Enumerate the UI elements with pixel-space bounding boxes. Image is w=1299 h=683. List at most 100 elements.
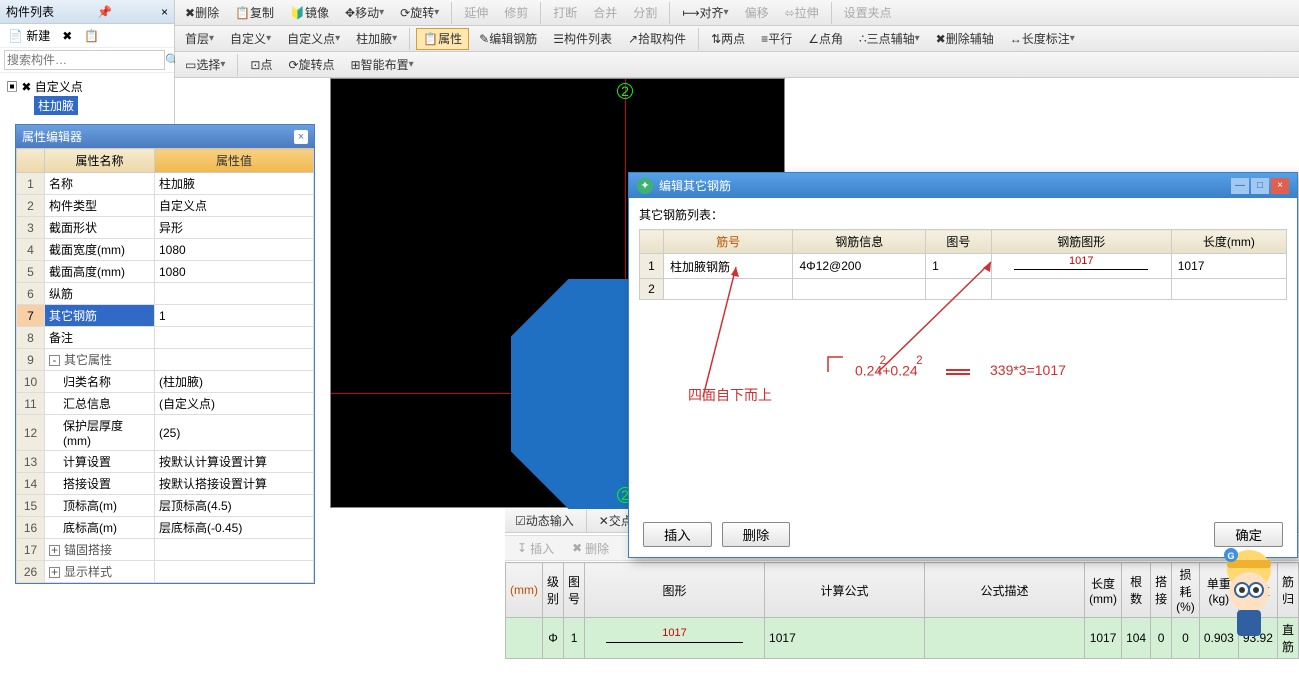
col-calc: 计算公式 [765,563,925,618]
parallel-button[interactable]: ≡ 平行 [755,28,798,50]
prop-row[interactable]: 5截面高度(mm)1080 [17,261,314,283]
axis-label-top: 2 [617,83,633,99]
col-dajie: 搭接 [1151,563,1172,618]
floor-select[interactable]: 首层 [179,28,220,50]
prop-row[interactable]: 6纵筋 [17,283,314,305]
trim-button[interactable]: 修剪 [498,2,534,24]
move-button[interactable]: ✥ 移动 [339,2,390,24]
result-table: (mm) 级别 图号 图形 计算公式 公式描述 长度(mm) 根数 搭接 损耗(… [505,562,1299,659]
col-shape: 钢筋图形 [991,230,1171,254]
col-info: 钢筋信息 [793,230,926,254]
mascot[interactable]: G [1209,540,1289,643]
component-panel-toolbar: 📄 新建 ✖ 📋 [0,24,174,48]
maximize-icon[interactable]: □ [1251,178,1269,194]
property-editor-title: 属性编辑器 [22,128,82,145]
dialog-footer: 插入 删除 确定 [629,522,1297,547]
prop-row[interactable]: 2构件类型自定义点 [17,195,314,217]
offset-button[interactable]: 偏移 [739,2,775,24]
rotpt-button[interactable]: ⟳ 旋转点 [282,54,340,76]
attr-button[interactable]: 📋 属性 [416,28,469,50]
dyninput-toggle[interactable]: ☑ 动态输入 [509,510,580,532]
prop-row[interactable]: 7其它钢筋1 [17,305,314,327]
zhujia-select[interactable]: 柱加腋 [350,28,403,50]
prop-row[interactable]: 15顶标高(m)层顶标高(4.5) [17,495,314,517]
panel-title: 构件列表 [6,3,54,20]
complist-button[interactable]: ☰ 构件列表 [547,28,618,50]
prop-row[interactable]: 8备注 [17,327,314,349]
search-row: 🔍 [0,48,174,73]
col-desc: 公式描述 [925,563,1085,618]
tree-child-zhujia[interactable]: 柱加腋 [34,96,78,115]
delete-button[interactable]: 删除 [722,522,791,547]
prop-row[interactable]: 16底标高(m)层底标高(-0.45) [17,517,314,539]
result-row[interactable]: Φ 1 1017 1017 1017 104 0 0 0.903 93.92 直… [506,618,1299,659]
close-icon[interactable]: × [1271,178,1289,194]
col-tuhao: 图号 [926,230,992,254]
rebar-row-1[interactable]: 1 柱加腋钢筋 4Φ12@200 1 1017 1017 [640,254,1287,279]
new-button[interactable]: 📄 新建 [4,27,54,44]
point-button[interactable]: ⊡ 点 [244,54,278,76]
component-list-header: 构件列表 📌 × [0,0,174,24]
rotate-button[interactable]: ⟳ 旋转 [394,2,445,24]
col-propvalue: 属性值 [155,149,314,173]
prop-row[interactable]: 9-其它属性 [17,349,314,371]
copy-button[interactable]: 📋 复制 [229,2,280,24]
delete-icon[interactable]: ✖ [58,29,76,43]
custom-select[interactable]: 自定义 [224,28,277,50]
custompt-select[interactable]: 自定义点 [281,28,346,50]
dialog-body: 其它钢筋列表： 筋号 钢筋信息 图号 钢筋图形 长度(mm) 1 柱加腋钢筋 4… [629,198,1297,308]
pickcomp-button[interactable]: ↗ 拾取构件 [622,28,692,50]
insert-button[interactable]: ↧ 插入 [511,538,560,559]
property-editor-header[interactable]: 属性编辑器 × [16,125,314,148]
col-tuhao: 图号 [564,563,585,618]
dialog-icon: ✦ [637,178,653,194]
col-len: 长度(mm) [1085,563,1122,618]
break-button[interactable]: 打断 [547,2,583,24]
delete-row-button[interactable]: ✖ 删除 [566,538,615,559]
setgrip-button[interactable]: 设置夹点 [838,2,898,24]
prop-row[interactable]: 4截面宽度(mm)1080 [17,239,314,261]
rebar-shape-cell: 1017 [998,257,1165,275]
stretch-button[interactable]: ⬄ 拉伸 [779,2,825,24]
close-icon[interactable]: × [161,5,168,19]
merge-button[interactable]: 合并 [587,2,623,24]
twopoint-button[interactable]: ⇅ 两点 [705,28,751,50]
rebar-table: 筋号 钢筋信息 图号 钢筋图形 长度(mm) 1 柱加腋钢筋 4Φ12@200 … [639,229,1287,300]
rebar-row-2[interactable]: 2 [640,279,1287,300]
editrebar-button[interactable]: ✎ 编辑钢筋 [473,28,543,50]
split-button[interactable]: 分割 [627,2,663,24]
col-loss: 损耗(%) [1172,563,1200,618]
result-table-wrap: (mm) 级别 图号 图形 计算公式 公式描述 长度(mm) 根数 搭接 损耗(… [505,562,1299,659]
main-toolbar-1: ✖ 删除 📋 复制 🔰 镜像 ✥ 移动 ⟳ 旋转 延伸 修剪 打断 合并 分割 … [175,0,1299,26]
prop-row[interactable]: 10归类名称(柱加腋) [17,371,314,393]
search-input[interactable] [4,50,165,70]
prop-row[interactable]: 17+锚固搭接 [17,539,314,561]
ptangle-button[interactable]: ∠ 点角 [802,28,849,50]
delete-button[interactable]: ✖ 删除 [179,2,225,24]
select-button[interactable]: ▭ 选择 [179,54,231,76]
smartlayout-button[interactable]: ⊞ 智能布置 [345,54,420,76]
prop-row[interactable]: 26+显示样式 [17,561,314,583]
dialog-title: 编辑其它钢筋 [659,177,731,194]
pin-icon[interactable]: 📌 [97,5,112,19]
threept-button[interactable]: ∴ 三点辅轴 [853,28,926,50]
col-gen: 根数 [1122,563,1151,618]
close-icon[interactable]: × [294,130,308,144]
tree-root[interactable]: ▣ ✖ 自定义点 [6,77,168,96]
dialog-titlebar[interactable]: ✦ 编辑其它钢筋 — □ × [629,173,1297,198]
extend-button[interactable]: 延伸 [458,2,494,24]
lendim-button[interactable]: ↔ 长度标注 [1004,28,1081,50]
prop-row[interactable]: 3截面形状异形 [17,217,314,239]
prop-row[interactable]: 1名称柱加腋 [17,173,314,195]
prop-row[interactable]: 13计算设置按默认计算设置计算 [17,451,314,473]
prop-row[interactable]: 12保护层厚度(mm)(25) [17,415,314,451]
copy-icon[interactable]: 📋 [80,29,103,43]
mirror-button[interactable]: 🔰 镜像 [284,2,335,24]
align-button[interactable]: ⟼ 对齐 [676,2,734,24]
delaux-button[interactable]: ✖ 删除辅轴 [930,28,1000,50]
insert-button[interactable]: 插入 [643,522,712,547]
minimize-icon[interactable]: — [1231,178,1249,194]
prop-row[interactable]: 11汇总信息(自定义点) [17,393,314,415]
prop-row[interactable]: 14搭接设置按默认搭接设置计算 [17,473,314,495]
list-label: 其它钢筋列表： [639,206,1287,223]
